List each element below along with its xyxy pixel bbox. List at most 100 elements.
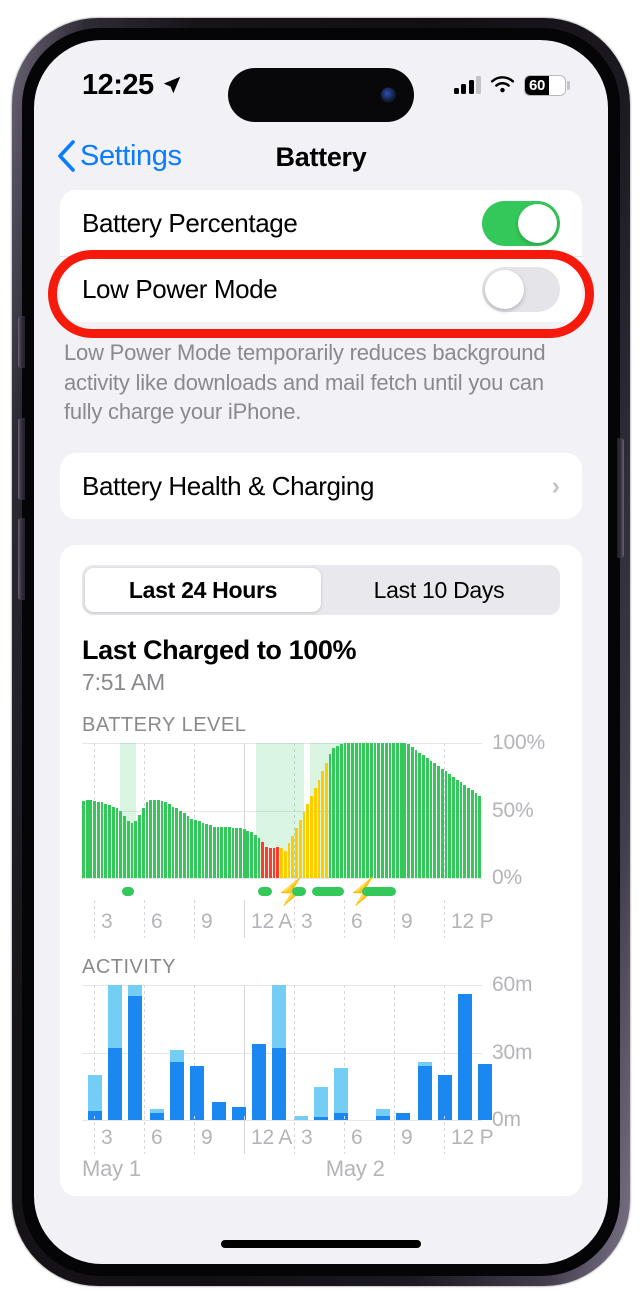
activity-bar-screen-on xyxy=(418,1066,432,1121)
charging-pill xyxy=(362,887,396,897)
battery-level-bar xyxy=(164,802,167,879)
activity-bar-screen-on xyxy=(396,1113,410,1121)
activity-bar-screen-on xyxy=(170,1061,184,1121)
low-power-mode-toggle[interactable] xyxy=(482,267,560,312)
volume-down-button[interactable] xyxy=(18,518,25,600)
activity-chart[interactable]: 0m 30m 60m xyxy=(82,973,560,1131)
activity-bar-screen-on xyxy=(334,1113,348,1121)
battery-level-bar xyxy=(328,753,332,879)
front-camera-icon xyxy=(381,87,396,103)
axis-tick-label: 3 xyxy=(101,1126,113,1150)
battery-level-bar xyxy=(317,779,321,879)
volume-up-button[interactable] xyxy=(18,418,25,500)
axis-tick-label: 3 xyxy=(300,1126,313,1150)
axis-tick-label: 6 xyxy=(351,910,363,934)
segment-last-24-hours[interactable]: Last 24 Hours xyxy=(85,568,321,613)
charging-indicator-strip: ⚡⚡ xyxy=(82,878,482,904)
battery-level-bar xyxy=(175,807,179,879)
battery-level-bar xyxy=(351,743,354,879)
battery-level-bar xyxy=(171,806,175,879)
battery-level-bar xyxy=(190,818,194,879)
battery-level-heading: BATTERY LEVEL xyxy=(82,714,247,737)
battery-percentage-toggle[interactable] xyxy=(482,200,560,246)
axis-tick-mark xyxy=(394,900,395,939)
battery-toggles-group: Battery Percentage Low Power Mode xyxy=(60,190,582,322)
battery-percent-label: 60 xyxy=(529,76,546,94)
row-battery-percentage[interactable]: Battery Percentage xyxy=(60,190,582,256)
battery-level-bar xyxy=(403,743,407,879)
battery-level-bar xyxy=(145,802,149,879)
activity-bar-screen-off xyxy=(376,1108,390,1116)
battery-level-bar xyxy=(104,803,108,879)
battery-level-bar xyxy=(242,829,246,879)
battery-level-bar xyxy=(440,768,444,879)
home-indicator[interactable] xyxy=(221,1240,421,1248)
settings-content: Battery Percentage Low Power Mode Low Po… xyxy=(34,190,608,1197)
battery-level-bar xyxy=(82,801,85,879)
battery-level-bar xyxy=(324,763,328,879)
battery-level-bar xyxy=(160,801,164,879)
action-button[interactable] xyxy=(18,316,25,368)
battery-level-bar xyxy=(276,847,280,879)
battery-level-bar xyxy=(212,826,216,879)
page-title: Battery xyxy=(275,142,367,172)
phone-screen: 12:25 60 Settings Battery Battery Percen… xyxy=(34,40,608,1264)
activity-bar-screen-off xyxy=(314,1087,328,1117)
battery-level-bar xyxy=(444,771,448,879)
toggle-knob xyxy=(485,270,524,309)
battery-level-bar xyxy=(429,760,433,879)
axis-tick-label: 100% xyxy=(492,731,545,755)
row-battery-health[interactable]: Battery Health & Charging › xyxy=(60,453,582,519)
battery-level-bar xyxy=(197,821,201,879)
battery-level-bar xyxy=(377,743,381,879)
axis-tick-mark xyxy=(294,1116,295,1155)
activity-bar-screen-on xyxy=(150,1113,164,1121)
charging-pill xyxy=(122,887,134,897)
battery-level-bar xyxy=(448,774,452,879)
battery-level-bar xyxy=(280,848,283,879)
usage-range-segmented-control[interactable]: Last 24 Hours Last 10 Days xyxy=(82,565,560,616)
battery-level-bar xyxy=(108,805,111,879)
row-low-power-mode[interactable]: Low Power Mode xyxy=(60,256,582,322)
axis-tick-label: 6 xyxy=(351,1126,363,1150)
battery-level-bar xyxy=(332,748,336,879)
axis-tick-label: 9 xyxy=(401,1126,413,1150)
activity-bar-screen-off xyxy=(88,1075,102,1112)
axis-tick-mark xyxy=(144,1116,145,1155)
day-label: May 2 xyxy=(325,1156,385,1182)
battery-level-bar xyxy=(399,743,403,879)
battery-level-bar xyxy=(96,802,100,879)
battery-level-bar xyxy=(130,822,134,879)
activity-bar-screen-on xyxy=(438,1075,452,1121)
power-button[interactable] xyxy=(617,438,624,558)
battery-level-bar xyxy=(433,763,437,879)
axis-tick-mark xyxy=(344,1116,345,1155)
activity-bar-screen-on xyxy=(212,1102,226,1121)
battery-level-bar xyxy=(156,799,160,879)
battery-level-bar xyxy=(474,793,478,879)
axis-tick-label: 50% xyxy=(492,798,534,822)
battery-level-bar xyxy=(392,743,396,879)
axis-tick-label: 0% xyxy=(492,866,522,890)
activity-x-axis: 3 6 9 12 A 3 6 9 12 P xyxy=(82,1116,494,1155)
activity-plot xyxy=(82,985,492,1122)
battery-level-plot xyxy=(82,743,482,880)
battery-level-bar xyxy=(138,814,141,879)
battery-level-bar xyxy=(339,744,343,879)
axis-tick-label: 12 A xyxy=(251,1126,293,1150)
battery-level-chart[interactable]: 0% 50% 100% xyxy=(82,731,560,889)
battery-percentage-label: Battery Percentage xyxy=(82,207,298,238)
segment-last-10-days[interactable]: Last 10 Days xyxy=(321,568,557,612)
battery-level-bar xyxy=(239,828,242,879)
battery-level-bar xyxy=(306,803,310,879)
battery-level-bar xyxy=(115,807,119,879)
activity-chart-section: ACTIVITY 0m 30m 60m 3 6 9 12 A 3 6 9 12 P xyxy=(60,956,582,1155)
axis-tick-label: 9 xyxy=(201,1126,213,1150)
battery-level-bar xyxy=(407,744,410,879)
battery-level-bar xyxy=(343,743,347,879)
activity-bar-screen-on xyxy=(128,996,142,1121)
axis-tick-label: 9 xyxy=(201,910,213,934)
phone-frame: 12:25 60 Settings Battery Battery Percen… xyxy=(12,18,630,1286)
battery-level-bar xyxy=(153,799,156,879)
axis-tick-mark xyxy=(244,900,245,939)
